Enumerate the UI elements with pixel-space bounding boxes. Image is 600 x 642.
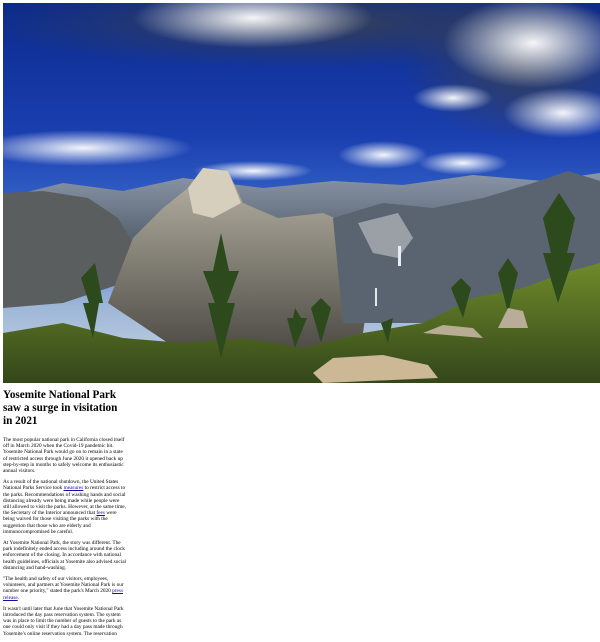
paragraph-4: "The health and safety of our visitors, … — [3, 576, 127, 601]
article: Yosemite National Park saw a surge in vi… — [3, 389, 127, 642]
paragraph-3: At Yosemite National Park, the story was… — [3, 540, 127, 571]
paragraph-2: As a result of the national shutdown, th… — [3, 479, 127, 535]
paragraph-5: It wasn't until later that June that Yos… — [3, 606, 127, 637]
hero-image — [3, 3, 600, 383]
paragraph-3-text: At Yosemite National Park, the story was… — [3, 540, 127, 571]
landscape-photo-icon — [3, 3, 600, 383]
measures-link[interactable]: measures — [64, 485, 84, 491]
paragraph-4-text: "The health and safety of our visitors, … — [3, 576, 124, 595]
paragraph-1: The most popular national park in Califo… — [3, 437, 127, 474]
paragraph-5-text: It wasn't until later that June that Yos… — [3, 605, 124, 637]
paragraph-1-text: The most popular national park in Califo… — [3, 437, 125, 475]
article-title: Yosemite National Park saw a surge in vi… — [3, 389, 118, 427]
